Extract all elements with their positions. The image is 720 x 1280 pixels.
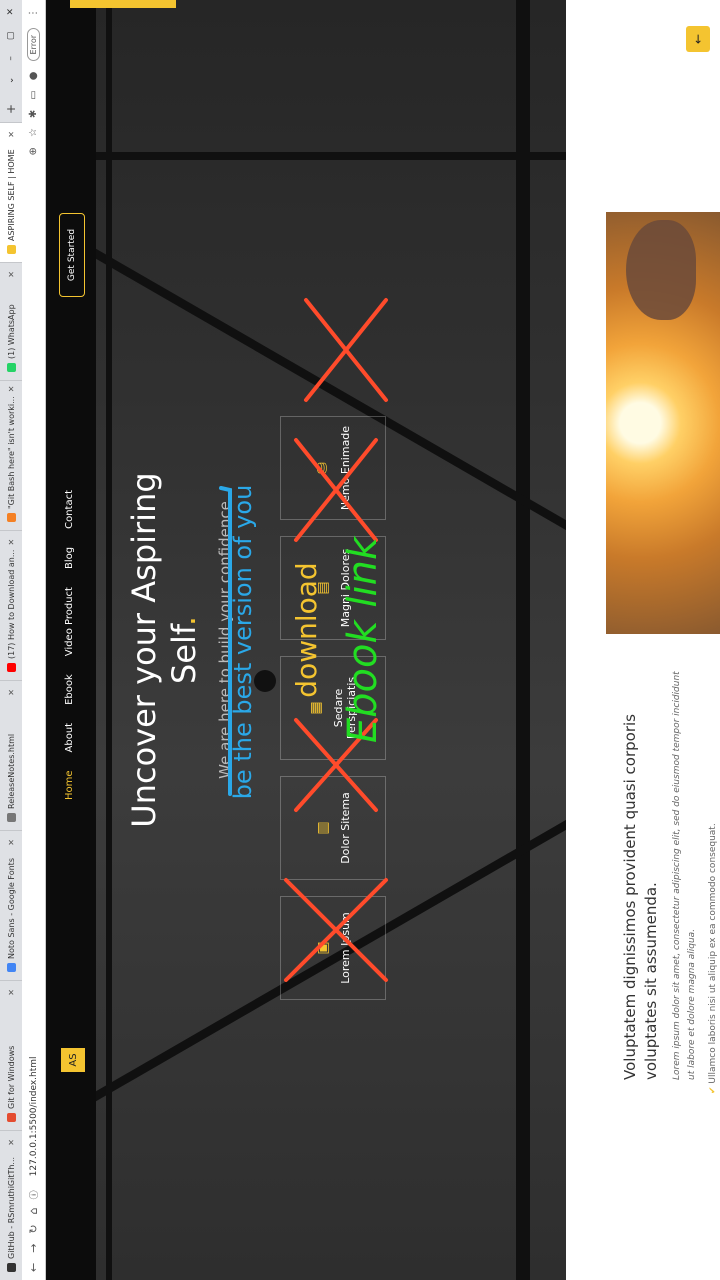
podium-icon: ▤: [314, 581, 331, 595]
close-icon[interactable]: ✕: [7, 689, 16, 696]
window-controls: ⌄ – ▢ ✕: [6, 0, 16, 84]
feature-card[interactable]: ▦ Sedare Perspiciatis: [280, 656, 386, 760]
tab-git-windows[interactable]: Git for Windows ✕: [0, 980, 22, 1130]
globe-icon: [6, 813, 16, 822]
close-icon[interactable]: ✕: [7, 386, 16, 393]
hand-silhouette: [626, 220, 696, 320]
calendar-icon: ▦: [308, 701, 324, 715]
list-item: ✔ Ullamco laboris nisi ut aliquip ex ea …: [708, 823, 718, 1094]
close-icon[interactable]: ✕: [7, 989, 16, 996]
stackoverflow-icon: [6, 513, 16, 522]
close-icon[interactable]: ✕: [7, 1139, 16, 1146]
back-icon[interactable]: ←: [27, 1263, 40, 1272]
close-icon[interactable]: ✕: [7, 839, 16, 846]
menu-item-video-product[interactable]: Video Product: [64, 587, 75, 656]
close-icon[interactable]: ✕: [7, 131, 16, 138]
nav-buttons: ← → ↻ ⌂: [27, 1199, 40, 1280]
about-panel: Voluptatem dignissimos provident quasi c…: [566, 0, 720, 1280]
sidebar-icon[interactable]: ▭: [28, 90, 39, 99]
menu-item-blog[interactable]: Blog: [64, 547, 75, 569]
maximize-icon[interactable]: ▢: [6, 32, 16, 41]
address-bar: ← → ↻ ⌂ ⓘ 127.0.0.1:5500/index.html ⊕ ☆ …: [22, 0, 46, 1280]
panel-title: Voluptatem dignissimos provident quasi c…: [621, 714, 660, 1080]
hero-title: Uncover your Aspiring Self.: [125, 472, 203, 828]
accent-bar: [70, 0, 176, 8]
tab-github[interactable]: GitHub - RSmruthiGitTh... ✕: [0, 1130, 22, 1280]
close-icon[interactable]: ✕: [7, 271, 16, 278]
home-icon[interactable]: ⌂: [27, 1207, 40, 1214]
feature-card[interactable]: ▥ Dolor Sitema: [280, 776, 386, 880]
tab-google-fonts[interactable]: Noto Sans - Google Fonts ✕: [0, 830, 22, 980]
new-tab-button[interactable]: +: [4, 96, 18, 122]
tab-release-notes[interactable]: ReleaseNotes.html ✕: [0, 680, 22, 830]
panel-text: Lorem ipsum dolor sit amet, consectetur …: [672, 671, 697, 1080]
get-started-button[interactable]: Get Started: [59, 213, 85, 297]
briefcase-icon: ▣: [314, 941, 331, 955]
site-info-icon[interactable]: ⓘ: [27, 1190, 40, 1199]
page-viewport: AS Home About Ebook Video Product Blog C…: [46, 0, 720, 1280]
url-field[interactable]: 127.0.0.1:5500/index.html: [27, 1048, 41, 1184]
github-icon: [6, 1263, 16, 1272]
git-icon: [6, 1113, 16, 1122]
database-icon: ⛁: [314, 462, 331, 474]
hero-section: AS Home About Ebook Video Product Blog C…: [46, 0, 566, 1280]
google-fonts-icon: [6, 963, 16, 972]
whatsapp-icon: [6, 363, 16, 372]
close-window-icon[interactable]: ✕: [6, 8, 16, 16]
feature-card[interactable]: ▤ Magni Dolores: [280, 536, 386, 640]
toolbar-right: ⊕ ☆ ✱ ▭ ● Error ⋮: [27, 0, 40, 155]
feature-card[interactable]: ⛁ Nemo Enimade: [280, 416, 386, 520]
menu-item-home[interactable]: Home: [64, 770, 75, 800]
rotated-screen: GitHub - RSmruthiGitTh... ✕ Git for Windo…: [0, 0, 720, 1280]
star-icon[interactable]: ☆: [28, 128, 39, 137]
close-icon[interactable]: ✕: [7, 539, 16, 546]
menu-dots-icon[interactable]: ⋮: [28, 8, 39, 18]
browser-tab-bar: GitHub - RSmruthiGitTh... ✕ Git for Windo…: [0, 0, 22, 1280]
play-icon[interactable]: [254, 670, 276, 692]
hero-subtitle: We are here to build your confidence: [216, 501, 234, 779]
chart-icon: ▥: [314, 821, 331, 835]
menu-item-contact[interactable]: Contact: [64, 490, 75, 529]
back-to-top-button[interactable]: ←: [686, 26, 710, 52]
aspiring-self-icon: [6, 245, 16, 254]
forward-icon[interactable]: →: [27, 1244, 40, 1253]
tab-whatsapp[interactable]: (1) WhatsApp ✕: [0, 262, 22, 380]
chevron-down-icon[interactable]: ⌄: [6, 77, 16, 85]
site-logo[interactable]: AS: [61, 1048, 85, 1072]
zoom-icon[interactable]: ⊕: [28, 147, 39, 155]
youtube-icon: [6, 663, 16, 672]
check-icon: ✔: [708, 1083, 718, 1094]
extension-icon[interactable]: ✱: [28, 110, 39, 118]
profile-icon[interactable]: ●: [28, 72, 39, 81]
reload-icon[interactable]: ↻: [27, 1224, 40, 1233]
menu-item-ebook[interactable]: Ebook: [64, 674, 75, 705]
minimize-icon[interactable]: –: [6, 56, 16, 61]
menu-item-about[interactable]: About: [64, 723, 75, 753]
tab-aspiring-self[interactable]: ASPIRING SELF | HOME ✕: [0, 122, 22, 262]
tab-youtube[interactable]: (17) How to Download an... ✕: [0, 530, 22, 680]
feature-card[interactable]: ▣ Lorem Ipsum: [280, 896, 386, 1000]
tab-stackoverflow[interactable]: "Git Bash here" isn't worki... ✕: [0, 380, 22, 530]
feature-cards: ▣ Lorem Ipsum ▥ Dolor Sitema ▦ Sedare Persp…: [280, 416, 386, 1000]
error-badge[interactable]: Error: [27, 28, 40, 62]
main-menu: Home About Ebook Video Product Blog Cont…: [64, 490, 75, 800]
